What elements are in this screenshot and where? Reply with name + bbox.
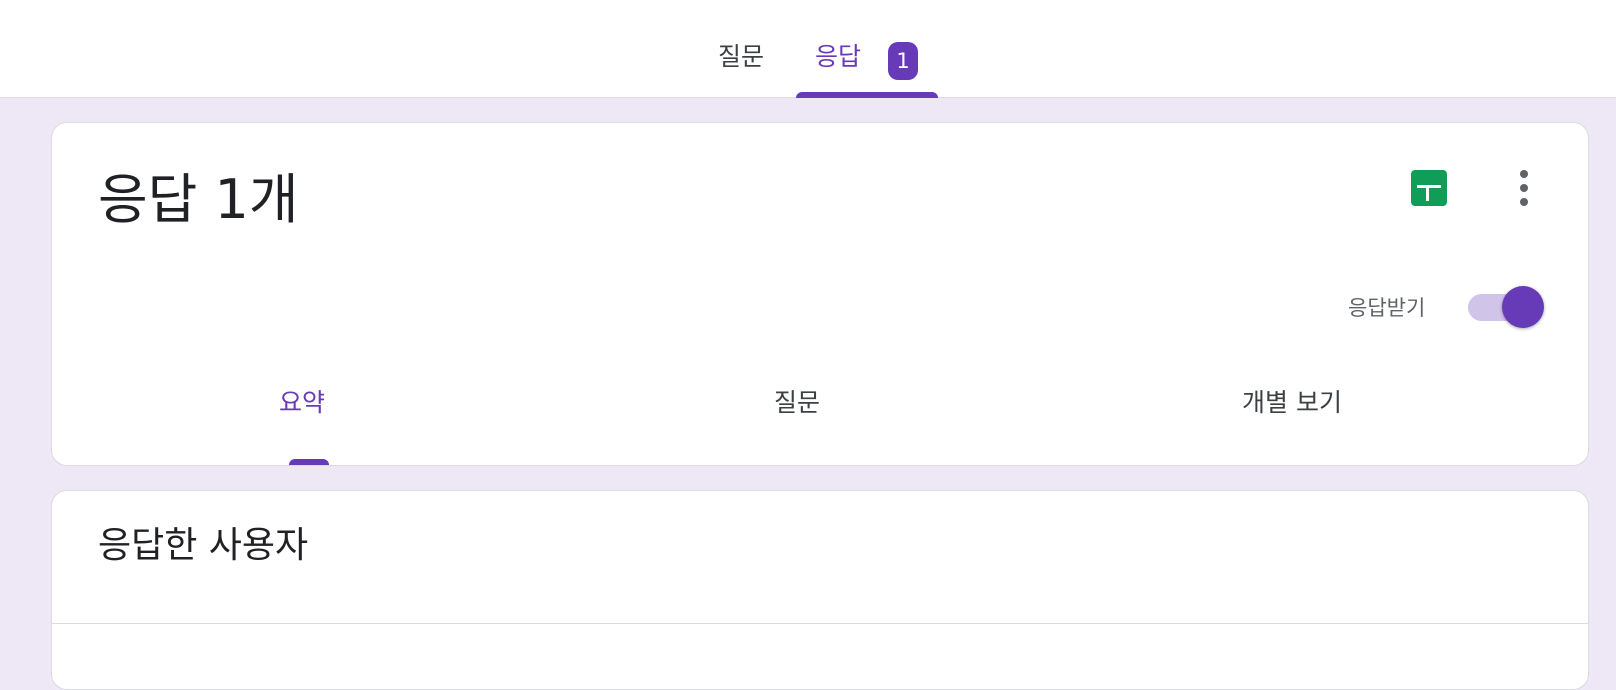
top-header: 질문 응답 1 [0, 0, 1616, 98]
responses-count-title: 응답 1개 [98, 168, 299, 231]
accepting-responses-label: 응답받기 [1348, 296, 1426, 320]
responses-count-badge: 1 [888, 42, 918, 80]
active-tab-indicator [796, 92, 938, 98]
subtab-individual[interactable]: 개별 보기 [1202, 385, 1382, 421]
subtab-questions[interactable]: 질문 [747, 385, 847, 421]
toggle-thumb [1502, 286, 1544, 328]
accepting-responses-toggle[interactable] [1466, 285, 1544, 331]
tab-responses[interactable]: 응답 [815, 40, 861, 74]
subtab-summary[interactable]: 요약 [252, 385, 352, 421]
respondents-card: 응답한 사용자 [51, 490, 1589, 690]
tab-questions[interactable]: 질문 [718, 40, 764, 74]
respondents-title: 응답한 사용자 [98, 525, 309, 566]
active-subtab-indicator [289, 459, 329, 465]
more-vert-icon[interactable] [1512, 167, 1536, 209]
divider [52, 623, 1588, 624]
google-sheets-icon[interactable] [1411, 170, 1447, 206]
responses-summary-card: 응답 1개 응답받기 요약 질문 개별 보기 [51, 122, 1589, 466]
